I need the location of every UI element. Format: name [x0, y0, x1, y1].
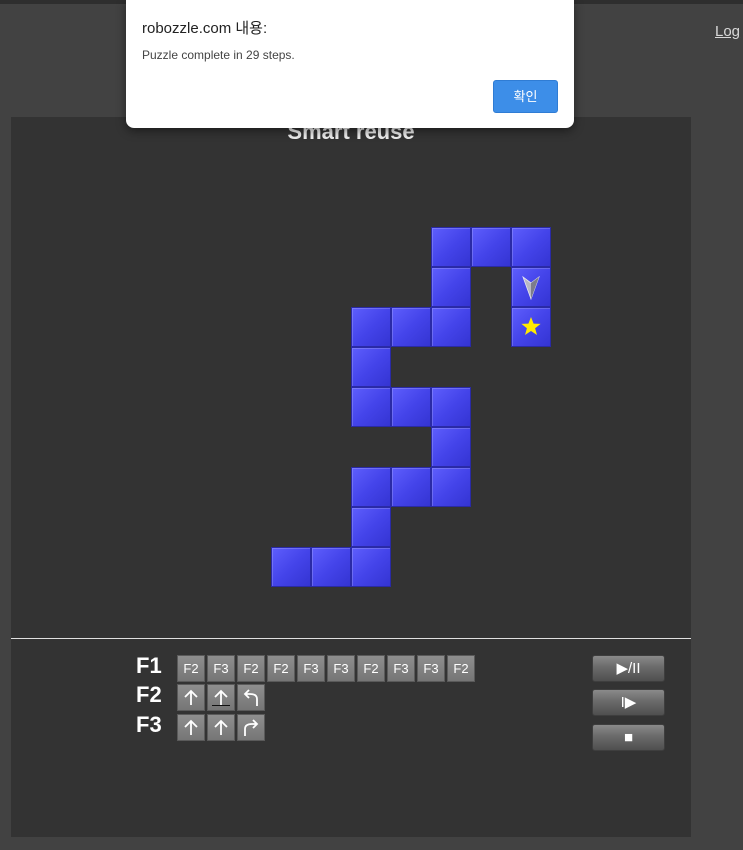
- board-divider: [11, 638, 691, 639]
- dialog-message: Puzzle complete in 29 steps.: [142, 48, 295, 62]
- board-tile: [351, 547, 391, 587]
- board-tile-robot: [511, 267, 551, 307]
- alert-dialog: robozzle.com 내용: Puzzle complete in 29 s…: [126, 0, 574, 128]
- program-slot-forward-arrow-icon[interactable]: [177, 714, 205, 741]
- program-slot-call[interactable]: F3: [417, 655, 445, 682]
- play-pause-button[interactable]: ▶/II: [592, 655, 665, 682]
- forward-arrow-icon: [184, 689, 198, 705]
- board-tile-star: [511, 307, 551, 347]
- board-tile: [391, 387, 431, 427]
- program-slot-call[interactable]: F2: [357, 655, 385, 682]
- program-slot-call[interactable]: F3: [207, 655, 235, 682]
- forward-arrow-icon: [184, 719, 198, 735]
- program-slot-call[interactable]: F3: [387, 655, 415, 682]
- board-tile: [271, 547, 311, 587]
- board-tile: [431, 267, 471, 307]
- board-tile: [391, 467, 431, 507]
- board-tile: [311, 547, 351, 587]
- program-slot-call[interactable]: F2: [177, 655, 205, 682]
- turn-left-icon: [243, 689, 258, 706]
- program-slot-call[interactable]: F3: [327, 655, 355, 682]
- board-tile: [431, 227, 471, 267]
- board-tile: [351, 307, 391, 347]
- program-slot-call[interactable]: F3: [297, 655, 325, 682]
- board-tile: [431, 307, 471, 347]
- board-tile: [471, 227, 511, 267]
- board-tile: [431, 467, 471, 507]
- board-tile: [431, 387, 471, 427]
- program-slot-call[interactable]: F2: [237, 655, 265, 682]
- star-icon: [521, 317, 541, 335]
- board-tile: [511, 227, 551, 267]
- puzzle-board: [11, 117, 691, 637]
- program-slot-call[interactable]: F2: [267, 655, 295, 682]
- program-slot-forward-arrow-icon[interactable]: [207, 684, 235, 711]
- program-slot-call[interactable]: F2: [447, 655, 475, 682]
- dialog-title: robozzle.com 내용:: [142, 20, 268, 37]
- program-slot-forward-arrow-icon[interactable]: [207, 714, 235, 741]
- function-label-f1: F1: [136, 653, 162, 678]
- board-tile: [351, 347, 391, 387]
- login-link[interactable]: Log: [715, 23, 743, 40]
- board-tile: [391, 307, 431, 347]
- board-tile: [351, 507, 391, 547]
- dialog-ok-button[interactable]: 확인: [493, 80, 558, 113]
- turn-right-icon: [244, 719, 259, 736]
- function-label-f2: F2: [136, 682, 162, 707]
- board-tile: [351, 387, 391, 427]
- step-button[interactable]: I▶: [592, 689, 665, 716]
- program-slot-turn-left-icon[interactable]: [237, 684, 265, 711]
- board-tile: [431, 427, 471, 467]
- function-label-f3: F3: [136, 712, 162, 737]
- program-slot-turn-right-icon[interactable]: [237, 714, 265, 741]
- robot-arrow-icon: [522, 275, 540, 301]
- board-tile: [351, 467, 391, 507]
- current-step-marker: [212, 705, 230, 706]
- forward-arrow-icon: [214, 719, 228, 735]
- game-panel: Smart reuse F1 F2 F3 F2 F2 F3 F3 F2 F3 F3 F2 F2 F3 ▶…: [11, 117, 691, 837]
- program-slot-forward-arrow-icon[interactable]: [177, 684, 205, 711]
- stop-button[interactable]: ■: [592, 724, 665, 751]
